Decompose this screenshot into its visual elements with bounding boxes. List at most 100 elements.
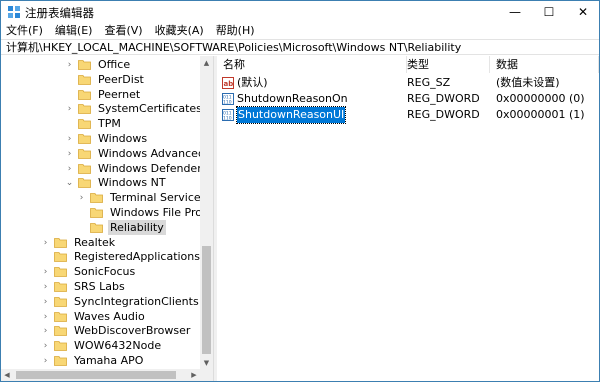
scroll-left-icon[interactable]: ◀ — [1, 369, 13, 381]
close-button[interactable]: ✕ — [567, 1, 599, 23]
tree-node-label: Office — [98, 58, 131, 71]
tree-node[interactable]: › Office — [65, 57, 132, 72]
value-name: (默认) — [237, 76, 268, 89]
tree-node-label: Waves Audio — [74, 310, 145, 323]
tree-node-label: Reliability — [108, 220, 166, 235]
tree-node[interactable]: PeerDist — [65, 72, 146, 87]
maximize-button[interactable]: ☐ — [533, 1, 565, 23]
tree-node[interactable]: › SonicFocus — [41, 264, 137, 279]
no-expander — [65, 72, 74, 87]
tree-node[interactable]: › Windows Advanced Threa — [65, 146, 213, 161]
chevron-right-icon[interactable]: › — [41, 264, 50, 279]
tree-node[interactable]: › Windows Defender — [65, 161, 204, 176]
tree-node-label: SRS Labs — [74, 280, 125, 293]
tree-node-label: SyncIntegrationClients — [74, 295, 199, 308]
svg-text:110: 110 — [223, 100, 232, 106]
value-data: 0x00000000 (0) — [496, 92, 585, 105]
folder-icon — [78, 177, 91, 188]
scroll-right-icon[interactable]: ▶ — [188, 369, 200, 381]
chevron-right-icon[interactable]: › — [65, 131, 74, 146]
column-header-name[interactable]: 名称 — [217, 56, 407, 73]
tree-node[interactable]: › Realtek — [41, 235, 117, 250]
folder-icon — [54, 325, 67, 336]
horizontal-scroll-thumb[interactable] — [16, 371, 176, 379]
address-bar[interactable]: 计算机\HKEY_LOCAL_MACHINE\SOFTWARE\Policies… — [1, 39, 599, 55]
chevron-right-icon[interactable]: › — [41, 294, 50, 309]
no-expander — [65, 87, 74, 102]
tree-node[interactable]: › SRS Labs — [41, 279, 127, 294]
no-expander — [65, 116, 74, 131]
chevron-right-icon[interactable]: › — [77, 190, 86, 205]
tree-node[interactable]: › WebDiscoverBrowser — [41, 323, 192, 338]
folder-icon — [78, 148, 91, 159]
tree-node-label: SonicFocus — [74, 265, 136, 278]
dword-value-icon: 011 110 — [222, 93, 234, 105]
title-bar[interactable]: 注册表编辑器 — ☐ ✕ — [1, 1, 599, 23]
value-type: REG_SZ — [407, 76, 451, 89]
tree-vertical-scrollbar[interactable]: ▲ ▼ — [200, 56, 213, 369]
column-header-type[interactable]: 类型 — [401, 56, 490, 73]
tree-node[interactable]: › Windows — [65, 131, 149, 146]
tree-node[interactable]: › Waves Audio — [41, 309, 147, 324]
tree-node-label: Windows File Protectic — [110, 206, 213, 219]
tree-horizontal-scrollbar[interactable]: ◀ ▶ — [1, 369, 200, 381]
value-data: (数值未设置) — [496, 76, 560, 89]
registry-editor-window: 注册表编辑器 — ☐ ✕ 文件(F) 编辑(E) 查看(V) 收藏夹(A) 帮助… — [0, 0, 600, 382]
menu-file[interactable]: 文件(F) — [1, 23, 50, 39]
column-header-data[interactable]: 数据 — [490, 56, 599, 73]
tree-node[interactable]: RegisteredApplications — [41, 249, 202, 264]
tree-node-label: Yamaha APO — [74, 354, 144, 367]
tree-node[interactable]: › Terminal Services — [77, 190, 208, 205]
chevron-right-icon[interactable]: › — [41, 353, 50, 368]
tree-node[interactable]: ⌄ Windows NT — [65, 175, 168, 190]
tree-node[interactable]: Peernet — [65, 87, 142, 102]
value-type: REG_DWORD — [407, 108, 480, 121]
registry-editor-icon — [8, 6, 20, 18]
tree-node-label: WebDiscoverBrowser — [74, 324, 191, 337]
chevron-right-icon[interactable]: › — [41, 235, 50, 250]
address-path[interactable]: 计算机\HKEY_LOCAL_MACHINE\SOFTWARE\Policies… — [6, 41, 461, 55]
folder-icon — [90, 207, 103, 218]
value-row[interactable]: 011 110 ShutdownReasonOn REG_DWORD 0x000… — [217, 91, 599, 107]
chevron-right-icon[interactable]: › — [41, 279, 50, 294]
value-name: ShutdownReasonOn — [237, 92, 348, 105]
tree-node-label: Windows Defender — [98, 162, 202, 175]
tree-node[interactable]: Windows File Protectic — [77, 205, 213, 220]
chevron-down-icon[interactable]: ⌄ — [65, 175, 74, 190]
tree-node[interactable]: › WOW6432Node — [41, 338, 163, 353]
minimize-button[interactable]: — — [499, 1, 531, 23]
tree-node[interactable]: › SyncIntegrationClients — [41, 294, 201, 309]
chevron-right-icon[interactable]: › — [65, 57, 74, 72]
no-expander — [41, 249, 50, 264]
tree-node[interactable]: › Yamaha APO — [41, 353, 145, 368]
tree-node-label: Terminal Services — [110, 191, 207, 204]
folder-icon — [78, 103, 91, 114]
no-expander — [77, 220, 86, 235]
tree-node[interactable]: TPM — [65, 116, 123, 131]
tree-node[interactable]: Reliability — [77, 220, 166, 235]
tree-node[interactable]: › SystemCertificates — [65, 101, 204, 116]
folder-icon — [54, 355, 67, 366]
string-value-icon: ab — [222, 77, 234, 89]
scroll-down-icon[interactable]: ▼ — [200, 356, 213, 369]
folder-icon — [78, 118, 91, 129]
chevron-right-icon[interactable]: › — [65, 101, 74, 116]
chevron-right-icon[interactable]: › — [41, 309, 50, 324]
value-row-selected[interactable]: 011 110 ShutdownReasonUI REG_DWORD 0x000… — [217, 106, 599, 124]
menu-view[interactable]: 查看(V) — [99, 23, 149, 39]
menu-favorites[interactable]: 收藏夹(A) — [150, 23, 211, 39]
chevron-right-icon[interactable]: › — [65, 161, 74, 176]
value-row[interactable]: ab (默认) REG_SZ (数值未设置) — [217, 75, 599, 91]
scroll-up-icon[interactable]: ▲ — [200, 56, 213, 69]
folder-icon — [78, 74, 91, 85]
menu-edit[interactable]: 编辑(E) — [50, 23, 100, 39]
key-tree: › Office PeerDist Peernet › SystemCertificate… — [1, 56, 213, 381]
folder-icon — [78, 89, 91, 100]
dword-value-icon: 011 110 — [222, 109, 234, 121]
chevron-right-icon[interactable]: › — [41, 323, 50, 338]
menu-help[interactable]: 帮助(H) — [211, 23, 262, 39]
folder-icon — [54, 311, 67, 322]
chevron-right-icon[interactable]: › — [65, 146, 74, 161]
chevron-right-icon[interactable]: › — [41, 338, 50, 353]
scroll-thumb[interactable] — [202, 246, 211, 354]
